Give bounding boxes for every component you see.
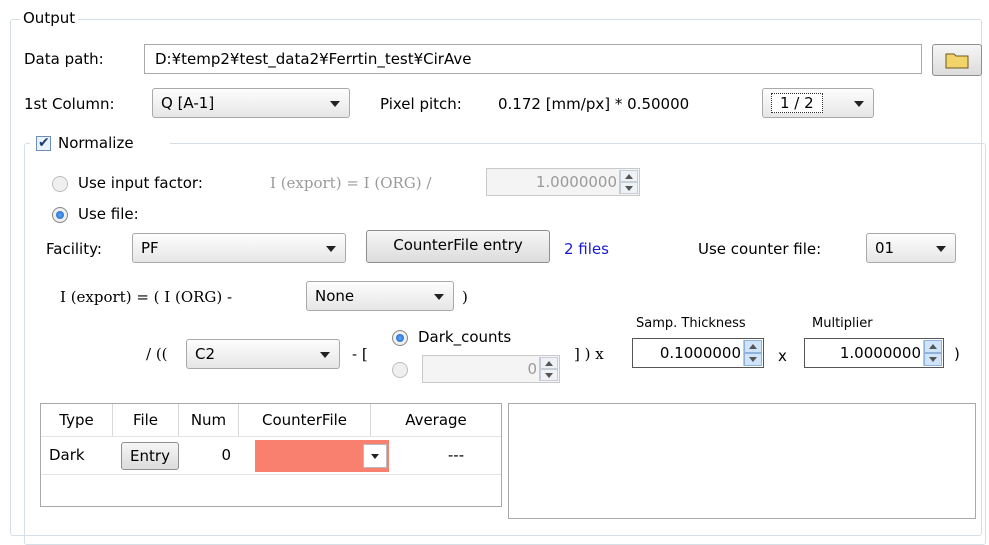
binning-value: 1 / 2 bbox=[771, 93, 823, 113]
chevron-down-icon bbox=[371, 454, 379, 459]
preview-panel[interactable] bbox=[508, 403, 976, 519]
normalize-label: Normalize bbox=[58, 134, 134, 152]
cell-type: Dark bbox=[49, 446, 85, 464]
samp-thickness-label: Samp. Thickness bbox=[636, 316, 746, 331]
first-column-value: Q [A-1] bbox=[161, 94, 215, 112]
spinner-buttons[interactable] bbox=[539, 357, 558, 381]
up-arrow-icon[interactable] bbox=[540, 357, 558, 369]
dropdown-button[interactable] bbox=[363, 444, 387, 468]
binning-select[interactable]: 1 / 2 bbox=[762, 88, 874, 118]
subtract-value: None bbox=[315, 287, 355, 305]
header-counter-file[interactable]: CounterFile bbox=[239, 404, 371, 436]
spinner-buttons[interactable] bbox=[619, 170, 638, 194]
header-type[interactable]: Type bbox=[41, 404, 113, 436]
cell-num: 0 bbox=[221, 446, 231, 464]
chevron-down-icon bbox=[330, 101, 340, 107]
facility-value: PF bbox=[141, 239, 159, 257]
use-input-factor-radio[interactable] bbox=[52, 176, 68, 192]
channel-select[interactable]: C2 bbox=[186, 339, 340, 369]
files-count-link[interactable]: 2 files bbox=[564, 239, 609, 259]
counter-file-cell-select[interactable] bbox=[255, 440, 389, 472]
checkmark-icon: ✔ bbox=[38, 135, 50, 151]
chevron-down-icon bbox=[326, 246, 336, 252]
up-arrow-icon[interactable] bbox=[744, 340, 762, 353]
chevron-down-icon bbox=[936, 246, 946, 252]
use-counter-file-label: Use counter file: bbox=[698, 240, 822, 258]
pixel-pitch-label: Pixel pitch: bbox=[380, 95, 462, 113]
use-file-radio[interactable] bbox=[52, 207, 68, 223]
browse-folder-button[interactable] bbox=[932, 44, 982, 76]
dark-counts-value: 0 bbox=[527, 360, 537, 378]
use-input-factor-label: Use input factor: bbox=[78, 174, 203, 192]
down-arrow-icon[interactable] bbox=[924, 353, 942, 366]
close-paren: ) bbox=[954, 345, 960, 363]
samp-thickness-value: 0.1000000 bbox=[659, 344, 741, 362]
use-file-label: Use file: bbox=[78, 205, 139, 223]
first-column-select[interactable]: Q [A-1] bbox=[152, 88, 350, 118]
counter-table[interactable]: Type File Num CounterFile Average Dark E… bbox=[40, 403, 502, 507]
times-sign: x bbox=[778, 347, 787, 365]
facility-select[interactable]: PF bbox=[132, 233, 346, 263]
down-arrow-icon[interactable] bbox=[540, 369, 558, 381]
bracket-times: ] ) x bbox=[574, 345, 604, 363]
table-header-row: Type File Num CounterFile Average bbox=[41, 404, 501, 437]
samp-thickness-spinner[interactable]: 0.1000000 bbox=[632, 338, 764, 368]
counter-file-entry-button[interactable]: CounterFile entry bbox=[366, 230, 550, 263]
multiplier-label: Multiplier bbox=[812, 316, 873, 331]
up-arrow-icon[interactable] bbox=[924, 340, 942, 353]
channel-value: C2 bbox=[195, 345, 216, 363]
dark-counts-radio[interactable] bbox=[392, 330, 408, 346]
down-arrow-icon[interactable] bbox=[620, 182, 638, 194]
subtract-select[interactable]: None bbox=[306, 281, 454, 311]
down-arrow-icon[interactable] bbox=[744, 353, 762, 366]
normalize-checkbox[interactable]: ✔ bbox=[36, 135, 51, 151]
first-column-label: 1st Column: bbox=[24, 95, 115, 113]
use-counter-file-select[interactable]: 01 bbox=[866, 233, 956, 263]
output-group-title: Output bbox=[20, 9, 79, 27]
dark-counts-spinner[interactable]: 0 bbox=[422, 355, 560, 383]
spinner-buttons[interactable] bbox=[743, 340, 762, 366]
chevron-down-icon bbox=[854, 101, 864, 107]
data-path-label: Data path: bbox=[24, 50, 104, 68]
header-average[interactable]: Average bbox=[371, 404, 501, 436]
multiplier-spinner[interactable]: 1.0000000 bbox=[804, 338, 944, 368]
data-path-input[interactable]: D:¥temp2¥test_data2¥Ferrtin_test¥CirAve bbox=[144, 44, 922, 74]
header-num[interactable]: Num bbox=[179, 404, 239, 436]
use-counter-file-value: 01 bbox=[875, 239, 895, 257]
header-file[interactable]: File bbox=[113, 404, 179, 436]
facility-label: Facility: bbox=[46, 240, 102, 258]
pixel-pitch-value: 0.172 [mm/px] * 0.50000 bbox=[498, 95, 690, 113]
chevron-down-icon bbox=[434, 294, 444, 300]
dark-counts-value-radio[interactable] bbox=[392, 362, 408, 378]
folder-icon bbox=[945, 53, 969, 69]
multiplier-value: 1.0000000 bbox=[839, 344, 921, 362]
divide-open: / (( bbox=[146, 345, 168, 363]
chevron-down-icon bbox=[320, 352, 330, 358]
entry-button[interactable]: Entry bbox=[121, 442, 179, 470]
up-arrow-icon[interactable] bbox=[620, 170, 638, 182]
input-factor-formula: I (export) = I (ORG) / bbox=[270, 174, 432, 192]
cell-average: --- bbox=[447, 446, 465, 464]
spinner-buttons[interactable] bbox=[923, 340, 942, 366]
formula-left: I (export) = ( I (ORG) - bbox=[60, 288, 233, 306]
input-factor-spinner[interactable]: 1.0000000 bbox=[486, 168, 640, 196]
minus-bracket: - [ bbox=[352, 345, 368, 363]
input-factor-value: 1.0000000 bbox=[535, 173, 617, 191]
table-row[interactable]: Dark Entry 0 --- bbox=[41, 438, 501, 475]
dark-counts-label: Dark_counts bbox=[418, 328, 512, 346]
formula-close-paren: ) bbox=[462, 288, 468, 306]
